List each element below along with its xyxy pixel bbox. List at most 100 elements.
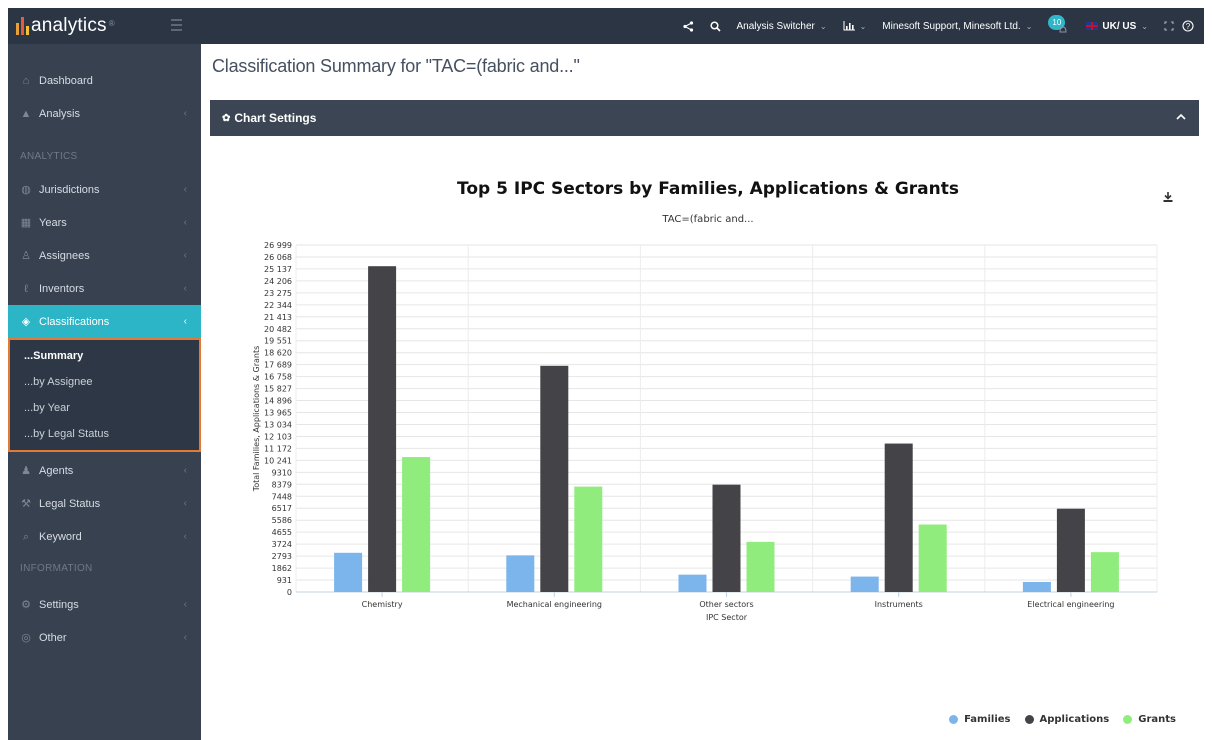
logo-trademark: ® — [108, 19, 115, 28]
legend-marker — [949, 715, 959, 724]
legend-marker — [1024, 715, 1034, 724]
bar-applications — [712, 484, 741, 592]
legend-marker — [1123, 715, 1133, 724]
submenu-item-summary[interactable]: ...Summary — [24, 350, 83, 362]
y-tick-label: 6517 — [272, 504, 292, 513]
y-tick-label: 20 482 — [264, 325, 292, 334]
sidebar-item-legal-status[interactable]: ⚒ Legal Status ‹ — [8, 487, 201, 520]
legend-label: Families — [964, 714, 1011, 725]
chevron-left-icon: ‹ — [183, 217, 187, 228]
y-tick-label: 2793 — [272, 552, 292, 561]
sidebar: ⌂ Dashboard ▲ Analysis ‹ ANALYTICS ◍ Jur… — [8, 44, 201, 740]
sidebar-item-label: Legal Status — [39, 497, 101, 510]
sidebar-item-analysis[interactable]: ▲ Analysis ‹ — [8, 97, 201, 130]
users-icon: ♟ — [21, 464, 31, 477]
sidebar-item-agents[interactable]: ♟ Agents ‹ — [8, 454, 201, 487]
sidebar-section-analytics: ANALYTICS — [20, 151, 78, 162]
menu-toggle-icon[interactable] — [171, 19, 182, 31]
sidebar-item-keyword[interactable]: ⌕ Keyword ‹ — [8, 520, 201, 553]
notifications-button[interactable]: 10 — [1048, 15, 1070, 37]
account-label: Minesoft Support, Minesoft Ltd. — [882, 20, 1021, 32]
sidebar-item-inventors[interactable]: ℓ Inventors ‹ — [8, 272, 201, 305]
bar-applications — [368, 266, 397, 592]
y-tick-label: 13 965 — [264, 409, 292, 418]
chevron-left-icon: ‹ — [183, 283, 187, 294]
chevron-left-icon: ‹ — [183, 250, 187, 261]
sidebar-item-years[interactable]: ▦ Years ‹ — [8, 206, 201, 239]
calendar-icon: ▦ — [20, 216, 32, 229]
analysis-switcher-label: Analysis Switcher — [736, 20, 815, 32]
gear-icon: ✿ — [222, 112, 231, 124]
sidebar-item-classifications[interactable]: ◈ Classifications ‹ — [8, 305, 201, 338]
bar-grants — [574, 486, 603, 592]
y-tick-label: 21 413 — [264, 313, 292, 322]
x-axis-title: IPC Sector — [706, 613, 748, 622]
search-icon[interactable] — [709, 20, 721, 32]
y-tick-label: 0 — [287, 588, 292, 597]
sidebar-item-label: Keyword — [39, 530, 82, 543]
y-tick-label: 12 103 — [264, 432, 292, 441]
chevron-down-icon: ⌄ — [859, 21, 867, 31]
share-icon[interactable] — [682, 20, 694, 32]
x-tick-label: Other sectors — [699, 600, 753, 609]
legend-item-applications[interactable]: Applications — [1024, 714, 1109, 725]
sidebar-item-other[interactable]: ◎ Other ‹ — [8, 621, 201, 654]
chevron-left-icon: ‹ — [183, 599, 187, 610]
chevron-left-icon: ‹ — [183, 632, 187, 643]
sidebar-item-assignees[interactable]: ♙ Assignees ‹ — [8, 239, 201, 272]
analysis-switcher-dropdown[interactable]: Analysis Switcher ⌄ — [737, 21, 827, 32]
fullscreen-icon[interactable] — [1164, 21, 1174, 31]
legend-item-families[interactable]: Families — [949, 714, 1011, 725]
sidebar-section-information: INFORMATION — [20, 563, 93, 574]
chevron-left-icon: ‹ — [183, 316, 187, 327]
y-tick-label: 24 206 — [264, 277, 292, 286]
sidebar-item-label: Years — [39, 216, 67, 229]
chevron-left-icon: ‹ — [183, 184, 187, 195]
chevron-left-icon: ‹ — [183, 108, 187, 119]
legend-item-grants[interactable]: Grants — [1123, 714, 1176, 725]
gear-icon: ⚙ — [21, 598, 31, 611]
x-tick-label: Chemistry — [362, 600, 403, 609]
y-tick-label: 26 068 — [264, 253, 292, 262]
sidebar-item-settings[interactable]: ⚙ Settings ‹ — [8, 588, 201, 621]
account-dropdown[interactable]: Minesoft Support, Minesoft Ltd. ⌄ — [882, 21, 1032, 32]
y-tick-label: 14 896 — [264, 397, 292, 406]
download-icon[interactable] — [1162, 191, 1174, 203]
bar-grants — [746, 541, 775, 592]
uk-flag-icon — [1086, 22, 1099, 30]
locale-label: UK/ US — [1102, 20, 1137, 32]
classifications-submenu: ...Summary ...by Assignee ...by Year ...… — [8, 338, 201, 452]
bar-chart: 0 931 1862 2793 3724 4655 5586 6517 7448 8379 9310… — [252, 241, 1158, 622]
submenu-item-by-assignee[interactable]: ...by Assignee — [24, 376, 93, 388]
gavel-icon: ⚒ — [21, 497, 31, 510]
area-chart-icon: ▲ — [20, 107, 32, 120]
y-tick-label: 4655 — [272, 528, 292, 537]
sidebar-item-label: Settings — [39, 598, 79, 611]
sidebar-item-dashboard[interactable]: ⌂ Dashboard — [8, 64, 201, 97]
chart-settings-panel-header[interactable]: ✿ Chart Settings — [210, 100, 1199, 136]
chevron-up-icon[interactable] — [1175, 110, 1187, 124]
sidebar-item-label: Analysis — [39, 107, 80, 120]
dribbble-icon: ◎ — [21, 631, 31, 644]
sidebar-item-jurisdictions[interactable]: ◍ Jurisdictions ‹ — [8, 173, 201, 206]
y-tick-label: 22 344 — [264, 301, 292, 310]
help-icon[interactable]: ? — [1182, 20, 1194, 32]
chart-settings-label: Chart Settings — [234, 111, 317, 125]
y-tick-label: 16 758 — [264, 373, 292, 382]
chart-type-dropdown[interactable]: ⌄ — [843, 21, 867, 31]
app-logo[interactable]: analytics ® — [16, 12, 115, 40]
submenu-item-by-year[interactable]: ...by Year — [24, 402, 70, 414]
submenu-item-by-legal-status[interactable]: ...by Legal Status — [24, 428, 109, 440]
bar-applications — [540, 365, 569, 592]
page-title: Classification Summary for "TAC=(fabric … — [212, 56, 580, 76]
globe-icon: ◍ — [21, 183, 31, 196]
layers-icon: ◈ — [21, 315, 31, 328]
top-bar-actions: Analysis Switcher ⌄ ⌄ Minesoft Support, … — [682, 8, 1204, 44]
bar-applications — [884, 443, 913, 592]
y-tick-label: 7448 — [272, 492, 292, 501]
chevron-down-icon: ⌄ — [1141, 21, 1148, 31]
x-tick-label: Mechanical engineering — [507, 600, 602, 609]
locale-dropdown[interactable]: UK/ US ⌄ — [1086, 21, 1148, 32]
chevron-down-icon: ⌄ — [819, 21, 827, 31]
y-tick-label: 23 275 — [264, 289, 292, 298]
